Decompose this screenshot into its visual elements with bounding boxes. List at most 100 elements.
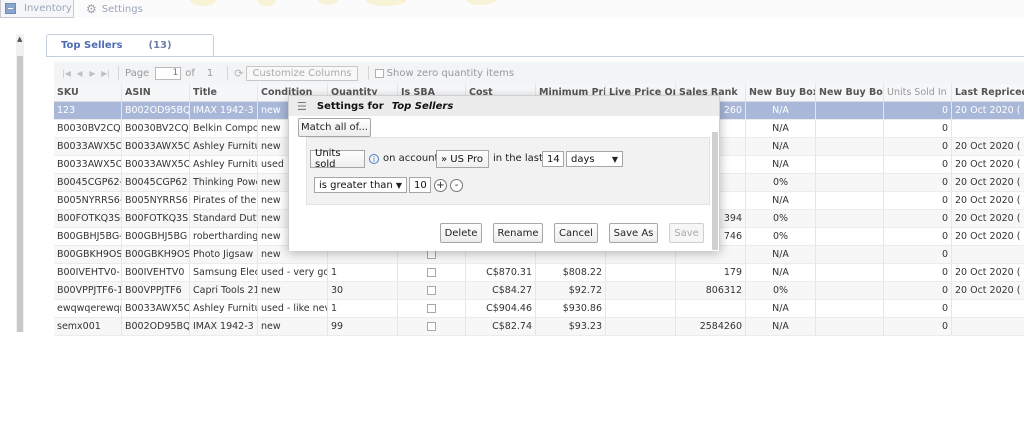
- page-input[interactable]: 1: [155, 66, 182, 80]
- cell-text: 20 Oct 2020 (: [955, 267, 1021, 278]
- table-cell: [816, 120, 884, 137]
- cell-text: 0%: [772, 285, 789, 296]
- show-zero-qty-label: Show zero quantity items: [386, 67, 515, 79]
- next-page-icon[interactable]: ▶: [86, 69, 99, 78]
- cell-text: 0: [941, 159, 948, 170]
- cell-text: B0030BV2CQ: [125, 123, 189, 134]
- cell-text: 20 Oct 2020 (: [955, 159, 1021, 170]
- toolbar-separator: [118, 66, 119, 80]
- is-sba-checkbox[interactable]: [427, 250, 436, 259]
- vertical-scrollbar[interactable]: ▲: [16, 34, 24, 332]
- match-all-button[interactable]: Match all of...: [298, 118, 371, 137]
- nav-inventory-label: Inventory: [24, 3, 72, 14]
- is-sba-checkbox[interactable]: [427, 268, 436, 277]
- table-cell: N/A: [746, 318, 816, 335]
- refresh-icon[interactable]: ⟳: [234, 67, 243, 80]
- table-cell: 0: [884, 210, 952, 227]
- threshold-input[interactable]: 10: [409, 177, 431, 193]
- cell-text: C$82.74: [492, 321, 532, 332]
- period-input[interactable]: 14: [542, 151, 564, 167]
- table-cell: C$870.31: [466, 264, 536, 281]
- table-cell: 0: [884, 102, 952, 119]
- cell-text: 0%: [772, 213, 789, 224]
- table-cell: [816, 318, 884, 335]
- table-cell: 0: [884, 300, 952, 317]
- cell-text: B00GBKH9OS: [57, 249, 122, 260]
- cell-text: N/A: [772, 303, 789, 314]
- table-row[interactable]: B00VPPJTF6-1 B00VPPJTF6 Capri Tools 21 new 3…: [54, 282, 1024, 300]
- table-cell: B0033AWX5O: [54, 156, 122, 173]
- cell-text: B00GBHJ5BG-: [57, 231, 122, 242]
- cell-text: B005NYRRS6-: [57, 195, 122, 206]
- period-unit-select[interactable]: days ▼: [566, 151, 623, 167]
- table-cell: 20 Oct 2020 (: [952, 156, 1024, 173]
- table-cell: 1: [328, 264, 398, 281]
- decorative-blob: [318, 0, 338, 5]
- nav-settings[interactable]: ⚙ Settings: [86, 0, 143, 18]
- cell-text: B002OD95BQ: [125, 105, 190, 116]
- column-header[interactable]: Last Repriced: [952, 84, 1024, 101]
- cell-text: IMAX 1942-3: [193, 321, 254, 332]
- column-header[interactable]: Units Sold In: [884, 84, 952, 101]
- cell-text: 0: [941, 231, 948, 242]
- dialog-scrollbar[interactable]: [712, 132, 718, 250]
- cell-text: Samsung Elec: [193, 267, 258, 278]
- cell-text: B00IVEHTV0: [125, 267, 185, 278]
- delete-button[interactable]: Delete: [440, 223, 482, 243]
- cell-text: robertharding: [193, 231, 258, 242]
- cell-text: Ashley Furnitu: [193, 141, 258, 152]
- menu-icon[interactable]: ☰: [297, 100, 307, 113]
- prev-page-icon[interactable]: ◀: [73, 69, 86, 78]
- column-header[interactable]: New Buy Box: [746, 84, 816, 101]
- column-header[interactable]: SKU: [54, 84, 122, 101]
- nav-inventory[interactable]: Inventory: [0, 0, 74, 18]
- cell-text: N/A: [772, 249, 789, 260]
- settings-dialog: ☰ Settings for Top Sellers Match all of.…: [288, 95, 720, 251]
- info-icon[interactable]: i: [369, 154, 379, 164]
- last-page-icon[interactable]: ▶|: [99, 69, 112, 78]
- table-row[interactable]: B00IVEHTV0- B00IVEHTV0 Samsung Elec used - …: [54, 264, 1024, 282]
- add-condition-button[interactable]: +: [434, 179, 447, 192]
- cell-text: new: [261, 213, 281, 224]
- is-sba-checkbox[interactable]: [427, 286, 436, 295]
- remove-condition-button[interactable]: -: [450, 179, 463, 192]
- table-cell: N/A: [746, 264, 816, 281]
- column-header[interactable]: ASIN: [122, 84, 190, 101]
- cancel-button[interactable]: Cancel: [554, 223, 598, 243]
- scrollbar-thumb[interactable]: [17, 56, 23, 332]
- cell-text: 20 Oct 2020 (: [955, 177, 1021, 188]
- account-button[interactable]: » US Pro: [436, 150, 489, 168]
- scroll-up-icon[interactable]: ▲: [17, 36, 22, 43]
- table-cell: Photo Jigsaw F: [190, 246, 258, 263]
- table-cell: 99: [328, 318, 398, 335]
- tab-label: Top Sellers: [61, 40, 123, 51]
- cell-text: 0%: [772, 177, 789, 188]
- save-as-button[interactable]: Save As: [609, 223, 658, 243]
- cell-text: B00GBHJ5BG: [125, 231, 188, 242]
- save-button[interactable]: Save: [669, 223, 704, 243]
- metric-button[interactable]: Units sold: [310, 148, 365, 170]
- table-cell: B00GBKH9OS: [122, 246, 190, 263]
- table-row[interactable]: semx001 B002OD95BQ IMAX 1942-3 new 99 C$82.74…: [54, 318, 1024, 336]
- table-cell: Capri Tools 21: [190, 282, 258, 299]
- cell-text: 20 Oct 2020 (: [955, 285, 1021, 296]
- table-cell: [606, 264, 676, 281]
- customize-columns-button[interactable]: Customize Columns: [246, 65, 358, 81]
- tab-top-sellers[interactable]: Top Sellers (13): [46, 34, 214, 56]
- column-header[interactable]: Title: [190, 84, 258, 101]
- operator-select[interactable]: is greater than ▼: [314, 177, 407, 193]
- first-page-icon[interactable]: |◀: [60, 69, 73, 78]
- rename-button[interactable]: Rename: [493, 223, 543, 243]
- table-cell: 2584260: [676, 318, 746, 335]
- table-row[interactable]: ewqwqerewqr B0033AWX5O Ashley Furnitu used …: [54, 300, 1024, 318]
- is-sba-checkbox[interactable]: [427, 304, 436, 313]
- table-cell: B005NYRRS6: [122, 192, 190, 209]
- cell-text: new: [261, 249, 281, 260]
- show-zero-qty-checkbox[interactable]: [374, 68, 384, 78]
- is-sba-checkbox[interactable]: [427, 322, 436, 331]
- is-sba-cell: [398, 300, 466, 317]
- decorative-blob: [466, 0, 496, 5]
- dialog-title-bar[interactable]: ☰ Settings for Top Sellers: [289, 96, 719, 116]
- table-cell: 20 Oct 2020 (: [952, 192, 1024, 209]
- column-header[interactable]: New Buy Box: [816, 84, 884, 101]
